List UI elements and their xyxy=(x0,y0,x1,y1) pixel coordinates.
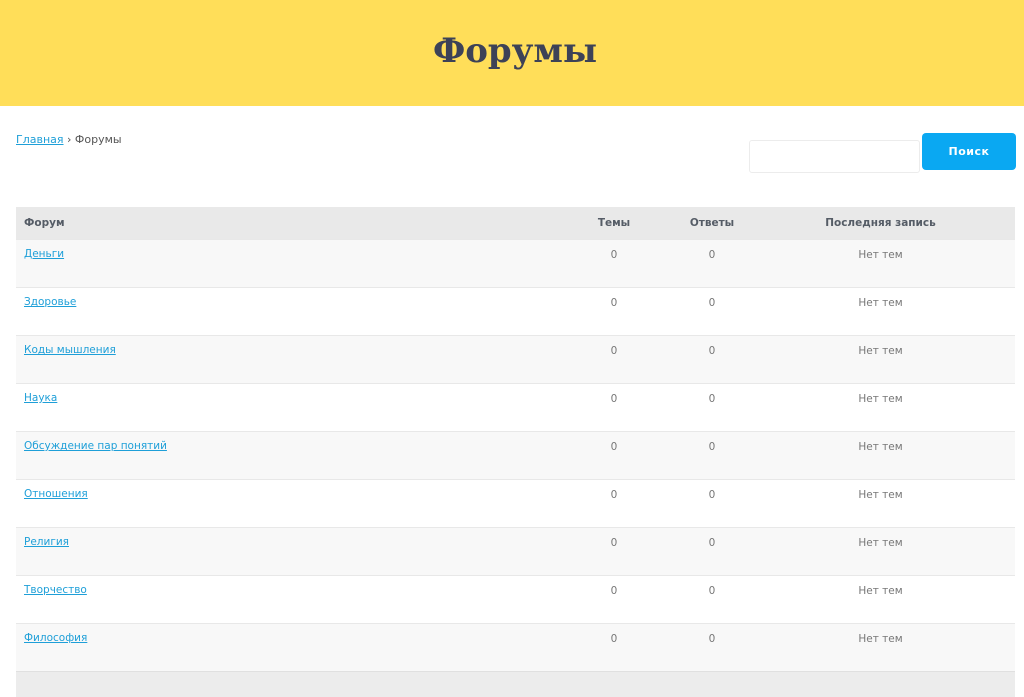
table-row: Философия 0 0 Нет тем xyxy=(16,624,1015,672)
table-row: Отношения 0 0 Нет тем xyxy=(16,480,1015,528)
table-row: Коды мышления 0 0 Нет тем xyxy=(16,336,1015,384)
forum-link[interactable]: Деньги xyxy=(24,248,64,260)
forum-link[interactable]: Коды мышления xyxy=(24,344,116,356)
search-button[interactable]: Поиск xyxy=(922,133,1016,170)
table-row: Творчество 0 0 Нет тем xyxy=(16,576,1015,624)
table-row: Религия 0 0 Нет тем xyxy=(16,528,1015,576)
column-header-topics: Темы xyxy=(550,207,678,240)
forum-link[interactable]: Религия xyxy=(24,536,69,548)
topics-count: 0 xyxy=(550,336,678,384)
topics-count: 0 xyxy=(550,288,678,336)
page-title: Форумы xyxy=(0,28,1024,74)
forum-link[interactable]: Наука xyxy=(24,392,57,404)
forum-link[interactable]: Отношения xyxy=(24,488,88,500)
last-post: Нет тем xyxy=(746,432,1015,480)
last-post: Нет тем xyxy=(746,528,1015,576)
table-footer-row xyxy=(16,672,1015,697)
replies-count: 0 xyxy=(678,576,746,624)
table-row: Обсуждение пар понятий 0 0 Нет тем xyxy=(16,432,1015,480)
column-header-last-post: Последняя запись xyxy=(746,207,1015,240)
topics-count: 0 xyxy=(550,432,678,480)
forum-link[interactable]: Здоровье xyxy=(24,296,76,308)
topics-count: 0 xyxy=(550,384,678,432)
page-header: Форумы xyxy=(0,0,1024,106)
last-post: Нет тем xyxy=(746,240,1015,288)
table-footer xyxy=(16,672,1015,697)
last-post: Нет тем xyxy=(746,336,1015,384)
breadcrumb-home-link[interactable]: Главная xyxy=(16,133,64,146)
topics-count: 0 xyxy=(550,528,678,576)
last-post: Нет тем xyxy=(746,624,1015,672)
breadcrumb-current: Форумы xyxy=(75,133,122,146)
replies-count: 0 xyxy=(678,336,746,384)
last-post: Нет тем xyxy=(746,384,1015,432)
column-header-forum: Форум xyxy=(16,207,550,240)
replies-count: 0 xyxy=(678,432,746,480)
search-input[interactable] xyxy=(749,140,920,173)
forum-link[interactable]: Творчество xyxy=(24,584,87,596)
table-row: Здоровье 0 0 Нет тем xyxy=(16,288,1015,336)
table-row: Наука 0 0 Нет тем xyxy=(16,384,1015,432)
topics-count: 0 xyxy=(550,480,678,528)
column-header-replies: Ответы xyxy=(678,207,746,240)
replies-count: 0 xyxy=(678,528,746,576)
table-row: Деньги 0 0 Нет тем xyxy=(16,240,1015,288)
replies-count: 0 xyxy=(678,288,746,336)
topics-count: 0 xyxy=(550,576,678,624)
replies-count: 0 xyxy=(678,480,746,528)
replies-count: 0 xyxy=(678,384,746,432)
last-post: Нет тем xyxy=(746,576,1015,624)
forum-table: Форум Темы Ответы Последняя запись Деньг… xyxy=(16,207,1015,697)
last-post: Нет тем xyxy=(746,288,1015,336)
forum-link[interactable]: Обсуждение пар понятий xyxy=(24,440,167,452)
forum-link[interactable]: Философия xyxy=(24,632,87,644)
replies-count: 0 xyxy=(678,624,746,672)
breadcrumb: Главная › Форумы xyxy=(16,133,122,147)
last-post: Нет тем xyxy=(746,480,1015,528)
topics-count: 0 xyxy=(550,240,678,288)
replies-count: 0 xyxy=(678,240,746,288)
breadcrumb-separator: › xyxy=(67,133,71,146)
topics-count: 0 xyxy=(550,624,678,672)
table-header-row: Форум Темы Ответы Последняя запись xyxy=(16,207,1015,240)
